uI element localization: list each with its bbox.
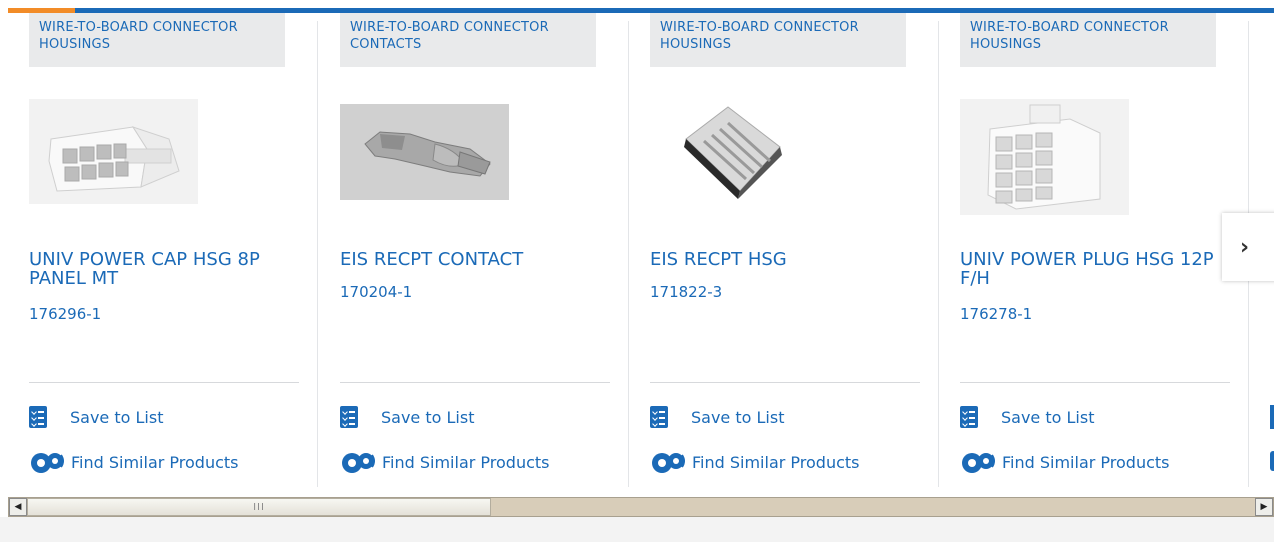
scrollbar-thumb[interactable]: III (27, 498, 491, 516)
scroll-left-arrow[interactable]: ◀ (9, 498, 27, 516)
category-tag[interactable]: WIRE-TO-BOARD CONNECTOR CONTACTS (340, 13, 596, 67)
checklist-icon (340, 406, 358, 428)
product-carousel: WIRE-TO-BOARD CONNECTOR HOUSINGS UNIV PO… (8, 13, 1274, 489)
save-to-list-label: Save to List (1001, 407, 1095, 427)
category-tag[interactable]: WIRE-TO-BOARD CONNECTOR HOUSINGS (650, 13, 906, 67)
save-to-list-button[interactable]: Save to List (340, 406, 474, 428)
gears-icon[interactable] (1270, 451, 1274, 471)
save-to-list-label: Save to List (70, 407, 164, 427)
part-number-link[interactable]: 176278-1 (960, 305, 1032, 323)
page-footer-area (0, 517, 1274, 542)
find-similar-label: Find Similar Products (692, 452, 860, 472)
scroll-right-arrow[interactable]: ▶ (1255, 498, 1273, 516)
gears-icon (31, 453, 64, 473)
product-image[interactable] (650, 99, 819, 204)
card-separator (29, 382, 299, 383)
find-similar-products-button[interactable]: Find Similar Products (960, 450, 1170, 474)
product-card: WIRE-TO-BOARD CONNECTOR CONTACTS EIS REC… (319, 13, 629, 487)
horizontal-scrollbar[interactable]: ◀ III ▶ (8, 497, 1274, 517)
save-to-list-button[interactable]: Save to List (650, 406, 784, 428)
checklist-icon (29, 406, 47, 428)
product-image[interactable] (29, 99, 198, 204)
card-separator (340, 382, 610, 383)
find-similar-products-button[interactable]: Find Similar Products (650, 450, 860, 474)
part-number-link[interactable]: 176296-1 (29, 305, 101, 323)
gears-icon (652, 453, 685, 473)
find-similar-products-button[interactable]: Find Similar Products (340, 450, 550, 474)
part-number-link[interactable]: 171822-3 (650, 283, 722, 301)
product-image[interactable] (960, 99, 1129, 215)
find-similar-products-button[interactable]: Find Similar Products (29, 450, 239, 474)
product-name-link[interactable]: UNIV POWER PLUG HSG 12P F/H (960, 250, 1230, 288)
card-divider (317, 21, 318, 487)
product-card: WIRE-TO-BOARD CONNECTOR HOUSINGS UNIV PO… (939, 13, 1249, 487)
save-to-list-button[interactable]: Save to List (960, 406, 1094, 428)
category-tag[interactable]: WIRE-TO-BOARD CONNECTOR HOUSINGS (29, 13, 285, 67)
chevron-right-icon: › (1240, 234, 1250, 260)
product-name-link[interactable]: EIS RECPT HSG (650, 250, 920, 269)
save-to-list-button[interactable]: Save to List (29, 406, 163, 428)
product-card: WIRE-TO-BOARD CONNECTOR HOUSINGS UNIV PO… (8, 13, 318, 487)
product-name-link[interactable]: EIS RECPT CONTACT (340, 250, 610, 269)
carousel-next-button[interactable]: › (1222, 213, 1274, 281)
gears-icon (342, 453, 375, 473)
product-card: WIRE-TO-BOARD CONNECTOR HOUSINGS EIS REC… (629, 13, 939, 487)
checklist-icon[interactable] (1270, 405, 1274, 429)
checklist-icon (650, 406, 668, 428)
card-separator (650, 382, 920, 383)
find-similar-label: Find Similar Products (1002, 452, 1170, 472)
product-name-link[interactable]: UNIV POWER CAP HSG 8P PANEL MT (29, 250, 299, 288)
gears-icon (962, 453, 995, 473)
checklist-icon (960, 406, 978, 428)
part-number-link[interactable]: 170204-1 (340, 283, 412, 301)
save-to-list-label: Save to List (691, 407, 785, 427)
save-to-list-label: Save to List (381, 407, 475, 427)
find-similar-label: Find Similar Products (71, 452, 239, 472)
product-image[interactable] (340, 104, 509, 200)
card-separator (960, 382, 1230, 383)
find-similar-label: Find Similar Products (382, 452, 550, 472)
category-tag[interactable]: WIRE-TO-BOARD CONNECTOR HOUSINGS (960, 13, 1216, 67)
